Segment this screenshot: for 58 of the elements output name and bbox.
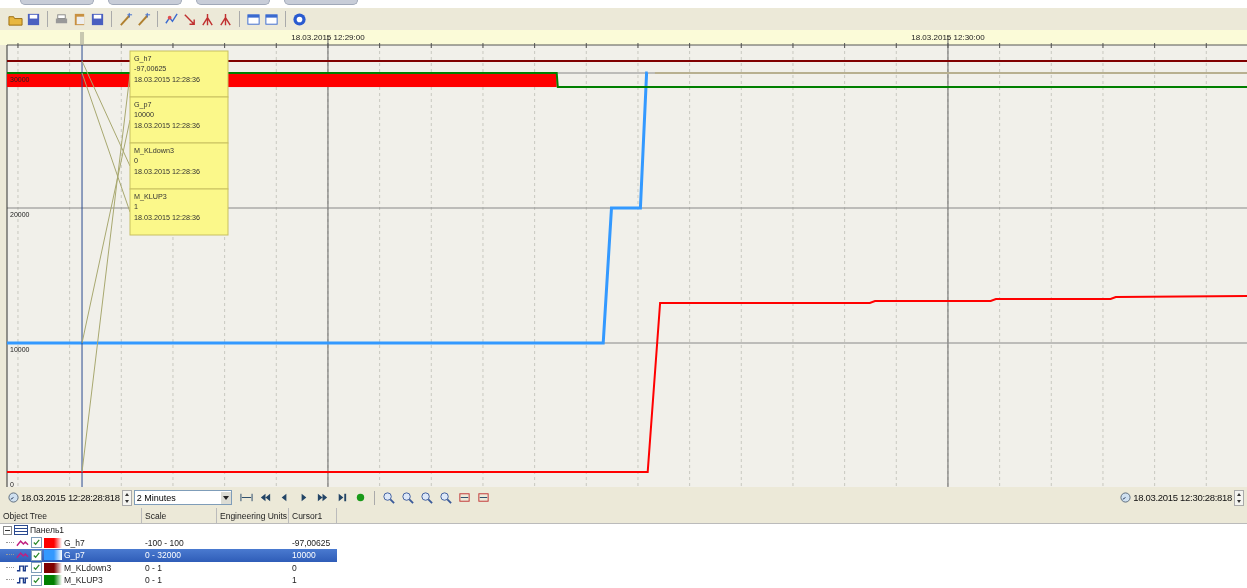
zoomreset-icon[interactable]: [419, 491, 433, 504]
table-cell-text: 0 - 1: [144, 561, 163, 574]
zoomout-icon[interactable]: [400, 491, 414, 504]
table-cell-text: 0 - 32000: [144, 549, 182, 562]
column-header[interactable]: Object Tree: [0, 508, 142, 523]
fit-icon[interactable]: [239, 491, 253, 504]
tree-item[interactable]: Панель1: [30, 525, 65, 536]
clipboard-icon[interactable]: [72, 11, 87, 27]
range-select[interactable]: 2 Minutes: [133, 490, 232, 505]
table-cell-text: 1: [291, 574, 298, 587]
spin-button[interactable]: [1234, 489, 1244, 506]
tree-row[interactable]: G_p7 0 - 32000 10000: [0, 549, 337, 562]
zoomin-icon[interactable]: [381, 491, 395, 504]
checkbox[interactable]: [31, 537, 42, 549]
table-cell-text: -97,00625: [291, 536, 332, 549]
wand-icon[interactable]: [136, 11, 151, 27]
column-header[interactable]: Cursor1: [289, 508, 337, 523]
wand-icon[interactable]: [118, 11, 133, 27]
zoomrect-icon[interactable]: [438, 491, 452, 504]
table-cell-text: 0 - 1: [144, 574, 163, 587]
tree-row[interactable]: M_KLdown3 0 - 1 0: [0, 561, 1247, 574]
axes-icon[interactable]: [218, 11, 233, 27]
column-header[interactable]: Scale: [142, 508, 217, 523]
first-icon[interactable]: [258, 491, 272, 504]
checkbox[interactable]: [31, 549, 42, 561]
fwd-icon[interactable]: [315, 491, 329, 504]
checkbox[interactable]: [31, 562, 42, 574]
tree-row[interactable]: M_KLUP3 0 - 1 1: [0, 574, 1247, 587]
panel-icon: [14, 525, 28, 536]
window-icon[interactable]: [264, 11, 279, 27]
pulse-icon: [16, 575, 29, 586]
time-label: 18.03.2015 12:30:00: [911, 33, 985, 42]
table-cell-text: 10000: [291, 549, 317, 562]
tree-item: G_h7: [64, 537, 85, 548]
column-header[interactable]: Engineering Units: [217, 508, 289, 523]
tree-item: M_KLdown3: [64, 562, 112, 573]
cursor-handle[interactable]: [80, 32, 84, 44]
tree-item: M_KLUP3: [64, 575, 103, 586]
end-time: 18.03.2015 12:30:28:818: [1133, 492, 1232, 503]
table-cell-text: 0: [291, 561, 298, 574]
clock-icon[interactable]: [8, 492, 19, 503]
tree-row[interactable]: G_h7 -100 - 100 -97,00625: [0, 536, 1247, 549]
trend-icon: [16, 550, 29, 561]
trend-icon: [16, 537, 29, 548]
spin-button[interactable]: [121, 489, 132, 506]
time-label: 18.03.2015 12:29:00: [291, 33, 365, 42]
pulse-icon: [16, 562, 29, 573]
cursor-line[interactable]: [81, 44, 83, 487]
clock-icon[interactable]: [1120, 492, 1132, 503]
collapse-toggle[interactable]: [3, 525, 12, 535]
tree-item: G_p7: [64, 550, 85, 561]
window-icon[interactable]: [246, 11, 261, 27]
graph-icon[interactable]: [164, 11, 179, 27]
start-time: 18.03.2015 12:28:28:818: [21, 492, 120, 503]
checkbox[interactable]: [31, 574, 42, 586]
axes-icon[interactable]: [200, 11, 215, 27]
table-cell-text: -100 - 100: [144, 536, 185, 549]
help-icon[interactable]: [292, 11, 307, 27]
